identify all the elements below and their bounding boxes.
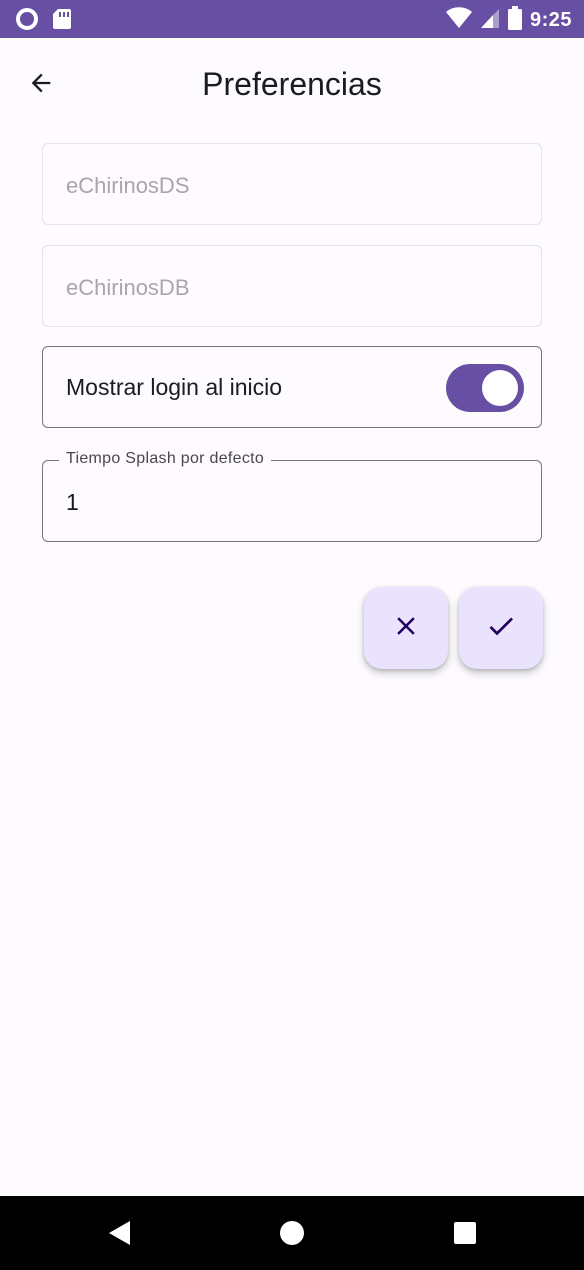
cancel-button[interactable] xyxy=(364,587,448,669)
confirm-button[interactable] xyxy=(459,587,543,669)
login-switch-label: Mostrar login al inicio xyxy=(66,374,283,400)
status-time: 9:25 xyxy=(529,9,572,31)
login-toggle-switch[interactable] xyxy=(446,364,524,412)
wifi-icon xyxy=(445,7,472,34)
back-triangle-icon[interactable] xyxy=(105,1218,135,1248)
login-switch-tile[interactable]: Mostrar login al inicio xyxy=(42,346,542,428)
home-circle-icon[interactable] xyxy=(277,1218,307,1248)
system-nav-bar xyxy=(0,1196,584,1270)
circle-notification-icon xyxy=(16,8,38,35)
app-bar: Preferencias xyxy=(0,38,584,130)
data-source-field: eChirinosDS xyxy=(42,143,542,225)
switch-thumb xyxy=(482,370,518,406)
battery-icon xyxy=(507,6,522,35)
close-icon xyxy=(391,611,421,646)
preferences-screen: 9:25 Preferencias eChirinosDS eChirinosD… xyxy=(0,0,584,1270)
splash-time-label: Tiempo Splash por defecto xyxy=(59,450,272,468)
data-source-value: eChirinosDS xyxy=(66,173,190,198)
signal-icon xyxy=(480,7,500,34)
status-bar: 9:25 xyxy=(0,0,584,38)
sd-card-icon xyxy=(52,8,72,35)
recents-square-icon[interactable] xyxy=(450,1218,480,1248)
check-icon xyxy=(485,610,517,647)
splash-time-field[interactable]: Tiempo Splash por defecto 1 xyxy=(42,450,542,542)
page-title: Preferencias xyxy=(202,66,382,102)
splash-time-input[interactable]: 1 xyxy=(66,489,79,516)
database-value: eChirinosDB xyxy=(66,275,190,300)
database-field: eChirinosDB xyxy=(42,245,542,327)
